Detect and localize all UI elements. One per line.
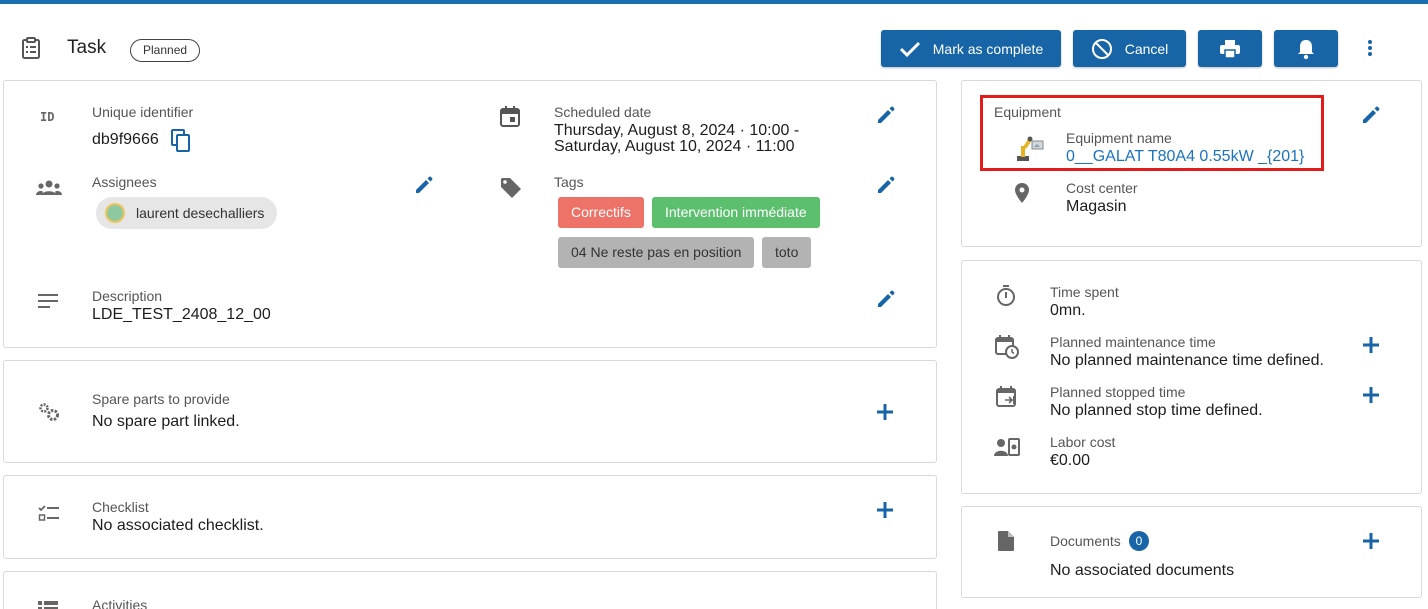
time-card (961, 260, 1422, 494)
description-label: Description (92, 288, 163, 304)
edit-tags-icon[interactable] (876, 175, 896, 200)
checklist-value: No associated checklist. (92, 517, 264, 534)
timer-icon (996, 285, 1016, 312)
top-accent-bar (0, 0, 1428, 4)
block-icon (1091, 38, 1113, 60)
documents-count-badge: 0 (1129, 531, 1149, 551)
highlight-box (980, 95, 1324, 171)
document-icon (998, 531, 1014, 556)
mark-complete-button[interactable]: Mark as complete (881, 30, 1061, 67)
calendar-clock-icon (995, 335, 1019, 364)
add-spare-part-icon[interactable] (877, 404, 893, 425)
page-title: Task (67, 37, 107, 58)
planned-stopped-value: No planned stop time defined. (1050, 402, 1263, 419)
avatar (105, 203, 125, 223)
assignee-name: laurent desechalliers (136, 205, 265, 221)
edit-description-icon[interactable] (876, 289, 896, 314)
edit-scheduled-date-icon[interactable] (876, 105, 896, 130)
scheduled-date-label: Scheduled date (554, 104, 652, 120)
print-icon (1219, 39, 1241, 59)
description-value: LDE_TEST_2408_12_00 (92, 306, 271, 323)
planned-stopped-label: Planned stopped time (1050, 384, 1186, 400)
scheduled-date-end: Saturday, August 10, 2024 · 11:00 (554, 138, 795, 155)
tag-correctifs[interactable]: Correctifs (558, 197, 644, 228)
more-vert-icon[interactable] (1364, 38, 1376, 58)
description-icon (38, 294, 58, 313)
add-document-icon[interactable] (1363, 533, 1379, 554)
checklist-label: Checklist (92, 499, 149, 515)
documents-value: No associated documents (1050, 562, 1235, 579)
time-spent-label: Time spent (1050, 284, 1119, 300)
tags-label: Tags (554, 174, 584, 190)
tag-intervention-immediate[interactable]: Intervention immédiate (652, 197, 820, 228)
planned-maintenance-value: No planned maintenance time defined. (1050, 352, 1324, 369)
spare-parts-value: No spare part linked. (92, 413, 240, 430)
clipboard-icon (21, 37, 41, 59)
id-icon: ID (40, 110, 55, 124)
notifications-button[interactable] (1274, 30, 1338, 67)
group-icon (36, 180, 62, 201)
spare-parts-card (3, 360, 937, 463)
unique-identifier-label: Unique identifier (92, 104, 194, 120)
edit-equipment-icon[interactable] (1361, 105, 1381, 130)
cancel-label: Cancel (1124, 40, 1169, 57)
calendar-icon (500, 106, 520, 132)
tag-icon (500, 177, 522, 204)
assignee-chip[interactable]: laurent desechalliers (96, 197, 278, 229)
activities-label: Activities (92, 597, 148, 609)
gears-icon (38, 402, 60, 427)
checklist-icon (38, 504, 60, 527)
add-planned-maintenance-icon[interactable] (1363, 337, 1379, 358)
calendar-stop-icon (996, 386, 1018, 413)
time-spent-value: 0mn. (1050, 302, 1086, 319)
edit-assignees-icon[interactable] (414, 175, 434, 200)
unique-identifier-value: db9f9666 (92, 131, 159, 148)
tag-ne-reste-pas-en-position[interactable]: 04 Ne reste pas en position (558, 237, 755, 268)
cancel-button[interactable]: Cancel (1073, 30, 1186, 67)
labor-cost-label: Labor cost (1050, 434, 1116, 450)
copy-icon[interactable] (171, 129, 191, 153)
documents-card (961, 506, 1422, 598)
check-icon (899, 40, 921, 58)
labor-cost-value: €0.00 (1050, 452, 1091, 469)
bell-icon (1296, 38, 1316, 60)
cost-center-label: Cost center (1066, 180, 1138, 196)
spare-parts-label: Spare parts to provide (92, 391, 230, 407)
status-badge: Planned (130, 39, 201, 62)
mark-complete-label: Mark as complete (932, 40, 1044, 57)
assignees-label: Assignees (92, 174, 157, 190)
print-button[interactable] (1198, 30, 1262, 67)
labor-cost-icon (994, 437, 1020, 462)
planned-maintenance-label: Planned maintenance time (1050, 334, 1216, 350)
add-planned-stop-icon[interactable] (1363, 387, 1379, 408)
documents-label: Documents (1050, 533, 1121, 549)
location-pin-icon (1015, 183, 1029, 208)
cost-center-value: Magasin (1066, 198, 1127, 215)
list-icon (38, 600, 58, 609)
add-checklist-icon[interactable] (877, 502, 893, 523)
tag-toto[interactable]: toto (762, 237, 812, 268)
